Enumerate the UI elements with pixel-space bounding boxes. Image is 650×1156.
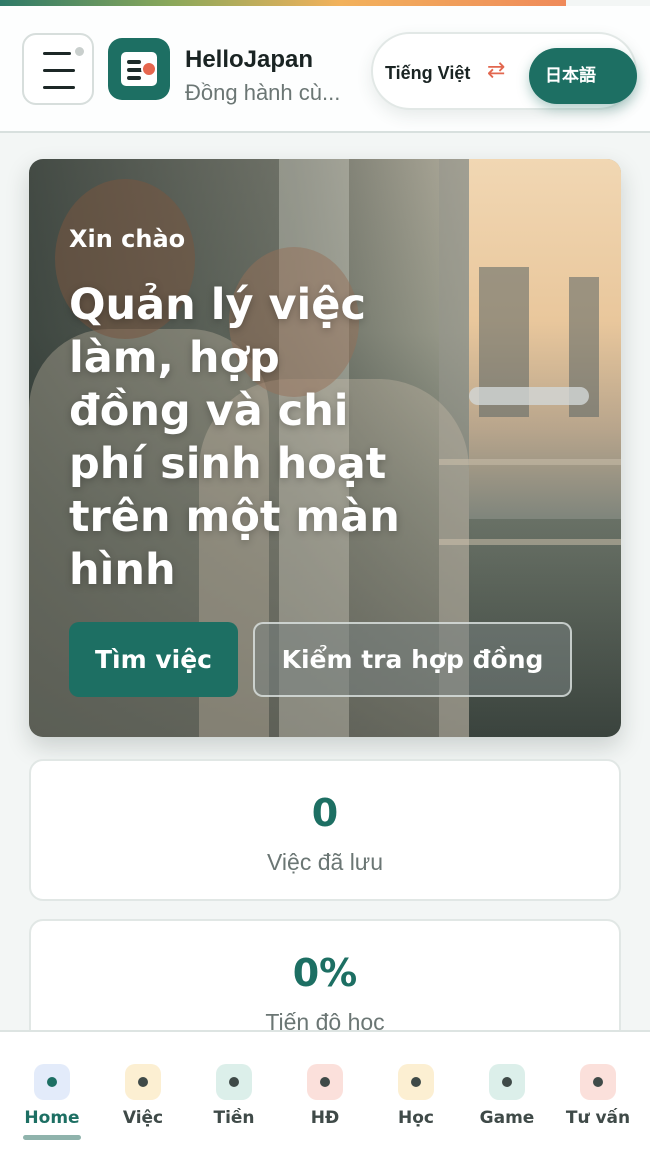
hero-greeting: Xin chào <box>69 225 186 253</box>
logo-line <box>127 60 141 64</box>
language-switch[interactable]: Tiếng Việt ⇄ 日本語 <box>371 32 637 110</box>
nav-item-label: Học <box>398 1108 434 1128</box>
logo-line <box>127 76 141 80</box>
bottom-navigation: Home Việc Tiền HĐ Học Game Tư vấn <box>0 1030 650 1156</box>
nav-item-label: Tiền <box>213 1108 255 1128</box>
language-current[interactable]: Tiếng Việt <box>385 63 470 84</box>
menu-button[interactable] <box>22 33 94 105</box>
study-icon <box>398 1064 434 1100</box>
saved-jobs-count: 0 <box>311 791 339 835</box>
nav-item-consult[interactable]: Tư vấn <box>555 1032 641 1156</box>
menu-icon <box>43 52 71 55</box>
consult-icon <box>580 1064 616 1100</box>
nav-item-label: Game <box>479 1108 535 1128</box>
money-icon <box>216 1064 252 1100</box>
nav-item-label: Home <box>24 1108 80 1128</box>
check-contract-button[interactable]: Kiểm tra hợp đồng <box>253 622 572 697</box>
nav-item-study[interactable]: Học <box>373 1032 459 1156</box>
nav-item-home[interactable]: Home <box>9 1032 95 1156</box>
app-logo-icon <box>108 38 170 100</box>
study-progress-value: 0% <box>292 951 358 995</box>
saved-jobs-card[interactable]: 0 Việc đã lưu <box>29 759 621 901</box>
hero-banner: Xin chào Quản lý việc làm, hợp đồng và c… <box>29 159 621 737</box>
nav-item-label: Tư vấn <box>565 1108 631 1128</box>
nav-item-money[interactable]: Tiền <box>191 1032 277 1156</box>
clock-icon <box>141 61 157 77</box>
saved-jobs-label: Việc đã lưu <box>267 849 383 875</box>
nav-item-game[interactable]: Game <box>464 1032 550 1156</box>
app-header: HelloJapan Đồng hành cù... Tiếng Việt ⇄ … <box>0 6 650 133</box>
menu-icon-bar <box>43 86 75 89</box>
swap-arrows-icon: ⇄ <box>487 58 506 83</box>
active-tab-indicator <box>23 1135 81 1140</box>
hero-title: Quản lý việc làm, hợp đồng và chi phí si… <box>69 280 400 595</box>
language-japanese-button[interactable]: 日本語 <box>529 48 637 104</box>
game-icon <box>489 1064 525 1100</box>
jobs-icon <box>125 1064 161 1100</box>
nav-item-label: Việc <box>122 1108 164 1128</box>
find-jobs-button[interactable]: Tìm việc <box>69 622 238 697</box>
app-subtitle: Đồng hành cù... <box>185 80 341 105</box>
nav-item-label: HĐ <box>310 1108 340 1128</box>
home-icon <box>34 1064 70 1100</box>
app-title: HelloJapan <box>185 46 314 73</box>
notification-dot-icon <box>73 45 86 58</box>
hero-background-airplane <box>469 387 589 405</box>
contract-icon <box>307 1064 343 1100</box>
nav-item-jobs[interactable]: Việc <box>100 1032 186 1156</box>
menu-icon-bar <box>43 69 75 72</box>
nav-item-contract[interactable]: HĐ <box>282 1032 368 1156</box>
